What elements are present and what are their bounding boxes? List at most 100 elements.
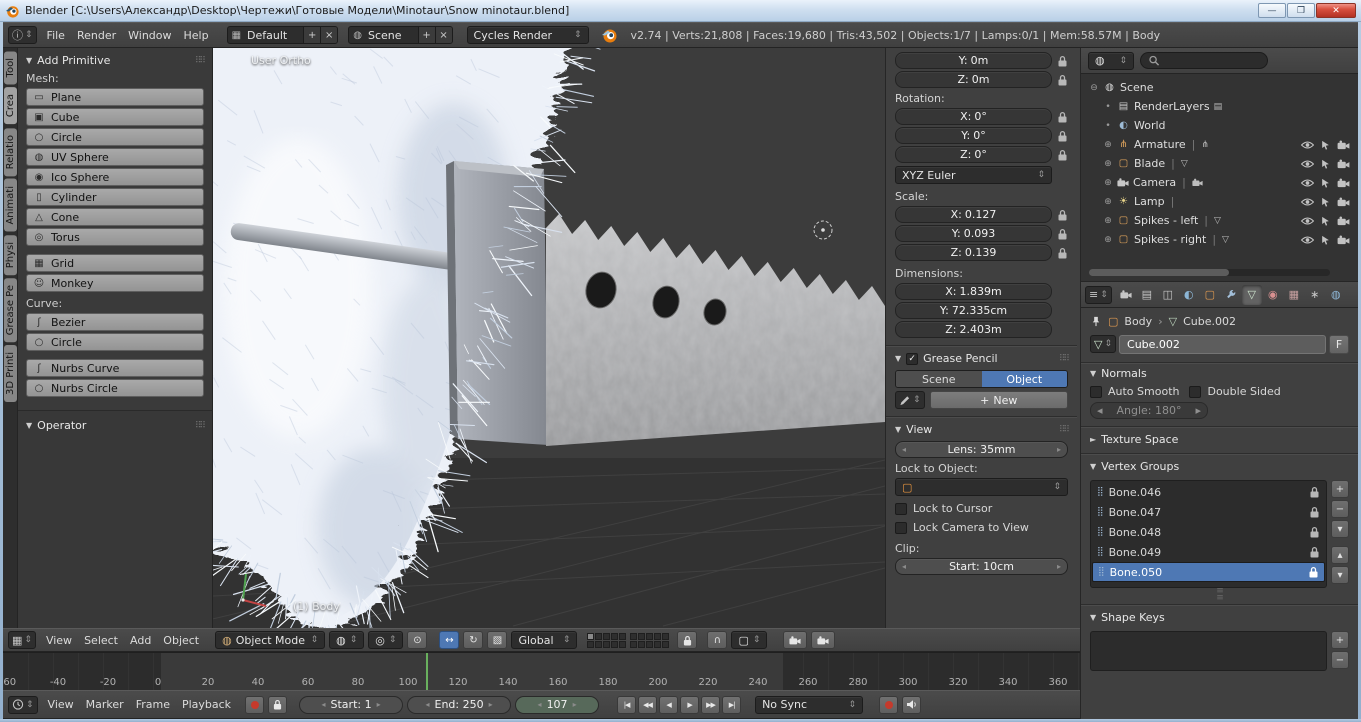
add-shape-key-button[interactable]: + bbox=[1331, 631, 1349, 649]
tab-modifiers[interactable] bbox=[1221, 285, 1241, 305]
tab-texture[interactable]: ▦ bbox=[1284, 285, 1304, 305]
dot-icon[interactable]: • bbox=[1103, 121, 1113, 131]
jump-to-start-button[interactable]: |◀ bbox=[617, 695, 637, 714]
vertex-group-row-bone-047[interactable]: ⣿ Bone.047 bbox=[1092, 502, 1325, 522]
tool-tab-tool[interactable]: Tool bbox=[4, 51, 17, 85]
expand-icon[interactable]: ⊕ bbox=[1103, 178, 1113, 188]
lock-icon[interactable] bbox=[1057, 74, 1068, 86]
properties-editor-type-button[interactable]: ≡ ⇕ bbox=[1085, 285, 1112, 304]
cursor-icon[interactable] bbox=[1321, 140, 1330, 150]
outliner-search-input[interactable] bbox=[1140, 52, 1268, 69]
transform-orientation-dropdown[interactable]: Global ⇕ bbox=[511, 631, 578, 649]
tool-tab-3d-printi[interactable]: 3D Printi bbox=[4, 345, 17, 403]
next-keyframe-button[interactable]: ▶▶ bbox=[701, 695, 721, 714]
vertex-group-specials-button[interactable]: ▾ bbox=[1331, 520, 1349, 538]
play-reverse-button[interactable]: ◀ bbox=[659, 695, 679, 714]
camera-icon[interactable] bbox=[1337, 178, 1350, 188]
opengl-render-button[interactable] bbox=[783, 631, 808, 649]
frame-end-field[interactable]: ◂ End: 250 ▸ bbox=[407, 695, 512, 714]
3d-viewport[interactable]: User Ortho (1) Body bbox=[213, 48, 885, 628]
pin-icon[interactable] bbox=[1090, 316, 1102, 327]
tab-scene[interactable]: ◫ bbox=[1158, 285, 1178, 305]
layers-widget-right[interactable] bbox=[630, 632, 670, 648]
gp-new-layer-button[interactable]: + New bbox=[929, 391, 1068, 409]
eye-icon[interactable] bbox=[1301, 197, 1314, 207]
lock-icon[interactable] bbox=[1309, 546, 1320, 558]
viewport-editor-type-button[interactable]: ▦ ⇕ bbox=[8, 631, 36, 649]
layer-cell[interactable] bbox=[603, 632, 611, 640]
delete-scene-button[interactable]: × bbox=[434, 27, 452, 43]
layer-cell[interactable] bbox=[619, 632, 627, 640]
info-editor-type-button[interactable]: ⓘ ⇕ bbox=[8, 26, 37, 44]
camera-icon[interactable] bbox=[1337, 216, 1350, 226]
eye-icon[interactable] bbox=[1301, 235, 1314, 245]
camera-icon[interactable] bbox=[1337, 140, 1350, 150]
clip-start-field[interactable]: ◂ Start: 10cm ▸ bbox=[895, 558, 1068, 575]
auto-keyframe-button[interactable] bbox=[245, 695, 265, 714]
remove-shape-key-button[interactable]: − bbox=[1331, 651, 1349, 669]
add-circle-button[interactable]: ○ Circle bbox=[26, 333, 204, 351]
tab-material[interactable]: ◉ bbox=[1263, 285, 1283, 305]
viewport-menu-add[interactable]: Add bbox=[124, 632, 157, 649]
info-menu-file[interactable]: File bbox=[41, 27, 71, 44]
shape-keys-panel-header[interactable]: ▼ Shape Keys bbox=[1090, 611, 1349, 624]
layer-cell[interactable] bbox=[611, 632, 619, 640]
operator-panel-header[interactable]: ▼ Operator ⠿⠿ bbox=[26, 419, 206, 432]
tab-particles[interactable]: ∗ bbox=[1305, 285, 1325, 305]
tab-world[interactable]: ◐ bbox=[1179, 285, 1199, 305]
add-torus-button[interactable]: ◎ Torus bbox=[26, 228, 204, 246]
lock-icon[interactable] bbox=[1057, 55, 1068, 67]
minimize-button[interactable]: — bbox=[1258, 3, 1286, 18]
dimension-x-field[interactable]: X: 1.839m bbox=[895, 283, 1052, 300]
rotation-z-field[interactable]: Z: 0° bbox=[895, 146, 1052, 163]
add-grid-button[interactable]: ▦ Grid bbox=[26, 254, 204, 272]
lock-icon[interactable] bbox=[1057, 130, 1068, 142]
lock-icon[interactable] bbox=[1057, 247, 1068, 259]
lock-to-cursor-checkbox[interactable] bbox=[895, 502, 907, 515]
datablock-name-field[interactable]: Cube.002 bbox=[1119, 335, 1326, 354]
shape-keys-list[interactable] bbox=[1090, 631, 1327, 671]
outliner-item-blade[interactable]: ⊕ ▢ Blade | ▽ bbox=[1081, 154, 1358, 173]
add-screen-button[interactable]: + bbox=[303, 27, 321, 43]
eye-icon[interactable] bbox=[1301, 140, 1314, 150]
tool-tab-relatio[interactable]: Relatio bbox=[4, 127, 17, 176]
scale-z-field[interactable]: Z: 0.139 bbox=[895, 244, 1052, 261]
render-engine-dropdown[interactable]: Cycles Render ⇕ bbox=[466, 26, 589, 44]
sync-dropdown[interactable]: No Sync ⇕ bbox=[755, 695, 864, 714]
manipulate-center-points-button[interactable]: ⊙ bbox=[407, 631, 428, 649]
timeline-menu-frame[interactable]: Frame bbox=[130, 696, 176, 713]
auto-smooth-checkbox[interactable] bbox=[1090, 385, 1102, 398]
info-menu-help[interactable]: Help bbox=[178, 27, 215, 44]
panel-drag-dots[interactable]: ⠿⠿ bbox=[1059, 354, 1070, 364]
add-primitive-panel-header[interactable]: ▼ Add Primitive ⠿⠿ bbox=[26, 54, 206, 67]
gp-scene-button[interactable]: Scene bbox=[896, 371, 982, 387]
layer-cell[interactable] bbox=[638, 640, 646, 648]
jump-to-end-button[interactable]: ▶| bbox=[722, 695, 742, 714]
expand-icon[interactable]: ⊕ bbox=[1103, 216, 1113, 226]
timeline-menu-marker[interactable]: Marker bbox=[80, 696, 130, 713]
scene-selector[interactable]: ◍ Scene + × bbox=[348, 26, 453, 44]
layers-widget-left[interactable] bbox=[587, 632, 627, 648]
gp-object-button[interactable]: Object bbox=[981, 371, 1067, 387]
rotation-mode-dropdown[interactable]: XYZ Euler ⇕ bbox=[895, 166, 1052, 184]
breadcrumb-data[interactable]: Cube.002 bbox=[1183, 315, 1236, 328]
fake-user-button[interactable]: F bbox=[1329, 335, 1349, 354]
lens-field[interactable]: ◂ Lens: 35mm ▸ bbox=[895, 441, 1068, 458]
dot-icon[interactable]: • bbox=[1103, 102, 1113, 112]
expand-icon[interactable]: ⊕ bbox=[1103, 159, 1113, 169]
lock-icon[interactable] bbox=[1057, 149, 1068, 161]
lock-icon[interactable] bbox=[1308, 566, 1319, 578]
location-z-field[interactable]: Z: 0m bbox=[895, 71, 1052, 88]
location-y-field[interactable]: Y: 0m bbox=[895, 52, 1052, 69]
datablock-type-button[interactable]: ▽ ⇕ bbox=[1090, 335, 1117, 353]
scale-x-field[interactable]: X: 0.127 bbox=[895, 206, 1052, 223]
pivot-point-dropdown[interactable]: ◎ ⇕ bbox=[368, 631, 404, 649]
camera-icon[interactable] bbox=[1337, 197, 1350, 207]
layer-cell[interactable] bbox=[595, 632, 603, 640]
layer-cell[interactable] bbox=[587, 640, 595, 648]
viewport-menu-view[interactable]: View bbox=[40, 632, 78, 649]
outliner-horizontal-scrollbar[interactable] bbox=[1089, 269, 1330, 276]
tool-tab-physi[interactable]: Physi bbox=[4, 234, 17, 275]
tool-tab-grease-pe[interactable]: Grease Pe bbox=[4, 277, 17, 343]
scale-manipulator-button[interactable]: ▧ bbox=[487, 631, 508, 649]
